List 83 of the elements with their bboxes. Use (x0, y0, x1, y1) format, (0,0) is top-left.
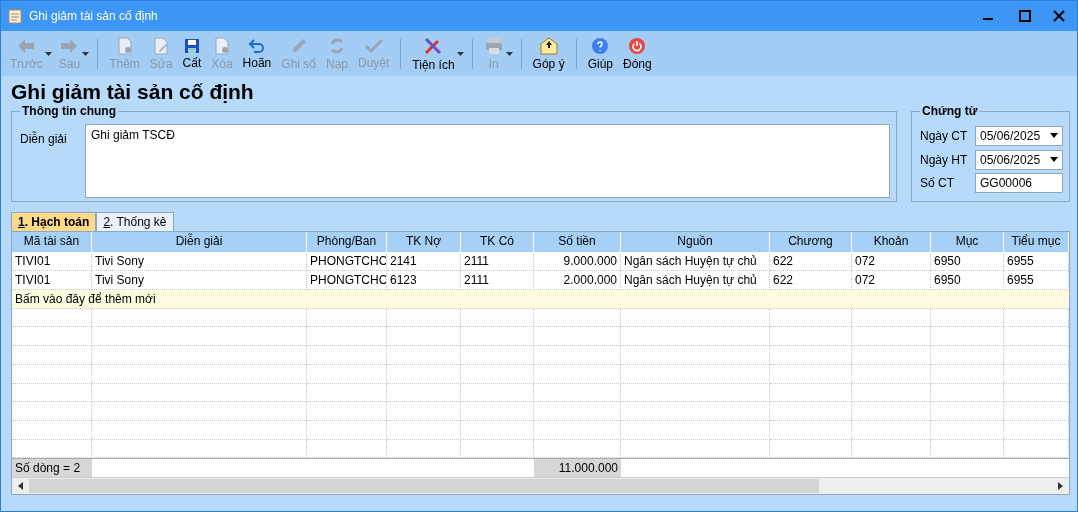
field-label: Số CT (920, 176, 955, 191)
date-field[interactable]: 05/06/2025 (975, 149, 1063, 170)
page-heading: Ghi giảm tài sản cố định (11, 80, 255, 104)
table-cell: Ngân sách Huyện tự chủ (621, 270, 770, 290)
table-cell (1004, 420, 1069, 440)
table-cell: PHONGTCHC (307, 270, 387, 290)
refresh-icon (328, 36, 346, 55)
power-icon (628, 36, 647, 55)
table-cell: 622 (770, 251, 852, 271)
column-header[interactable]: Số tiền (534, 232, 621, 252)
right-arrow-icon (59, 36, 80, 55)
app-icon (7, 8, 23, 24)
table-cell: TIVI01 (12, 270, 92, 290)
scroll-left-icon[interactable] (18, 482, 23, 491)
tab[interactable]: 1. Hạch toán (11, 212, 97, 231)
toolbar-button[interactable]: Đóng (618, 34, 657, 73)
description-field[interactable]: Ghi giảm TSCĐ (85, 124, 890, 198)
printer-icon (483, 36, 504, 55)
input-field[interactable]: GG00006 (975, 173, 1063, 194)
toolbar-button[interactable]: Hoãn (237, 35, 277, 72)
table-cell: 2.000.000 (534, 270, 621, 290)
column-header[interactable]: Phòng/Ban (307, 232, 387, 252)
column-header[interactable]: TK Có (461, 232, 534, 252)
table-cell (1004, 439, 1069, 459)
table-cell: 072 (852, 270, 931, 290)
column-header[interactable]: TK Nợ (387, 232, 461, 252)
table-cell: 6955 (1004, 251, 1069, 271)
check-icon (363, 37, 384, 54)
tools-icon (423, 35, 444, 56)
edit-document-icon (153, 36, 170, 55)
table-cell (1004, 402, 1069, 421)
save-icon (183, 37, 200, 54)
column-header[interactable]: Mục (931, 232, 1004, 252)
table-cell: 6955 (1004, 270, 1069, 290)
field-label: Diễn giải (20, 130, 68, 148)
help-icon (591, 36, 610, 55)
dropdown-icon[interactable] (1050, 133, 1058, 139)
scroll-right-icon[interactable] (1058, 482, 1063, 491)
table-cell (1004, 364, 1069, 384)
tab[interactable]: 2. Thống kê (96, 212, 174, 231)
table-cell: TIVI01 (12, 251, 92, 271)
panel-legend: Chứng từ (920, 104, 980, 118)
column-header[interactable]: Nguồn (621, 232, 770, 252)
table-cell: 072 (852, 251, 931, 271)
table-cell: 6950 (931, 251, 1004, 271)
column-header[interactable]: Khoản (852, 232, 931, 252)
table-cell: 2111 (461, 251, 534, 271)
dropdown-icon[interactable] (1050, 157, 1058, 162)
table-cell: 622 (770, 270, 852, 290)
table-cell: 2111 (461, 270, 534, 290)
scrollbar-thumb[interactable] (29, 479, 819, 494)
toolbar-button[interactable]: Tiện ích (407, 33, 460, 74)
maximize-icon[interactable] (1019, 10, 1031, 22)
table-cell: 6123 (387, 270, 461, 290)
column-header[interactable]: Tiểu mục (1004, 232, 1069, 252)
toolbar-button[interactable]: Giúp (582, 34, 618, 73)
table-cell: 9.000.000 (534, 251, 621, 271)
caret-icon[interactable] (456, 51, 464, 56)
undo-icon (247, 37, 266, 54)
table-cell (1004, 346, 1069, 365)
toolbar-button[interactable]: Cất (177, 35, 207, 72)
table-cell: PHONGTCHC (307, 251, 387, 271)
column-header[interactable]: Chương (770, 232, 852, 252)
field-label: Ngày HT (920, 152, 969, 167)
row-count: Số dòng = 2 (12, 459, 92, 478)
horizontal-scrollbar[interactable] (12, 477, 1069, 495)
total-amount: 11.000.000 (534, 459, 621, 478)
column-header[interactable]: Mã tài sản (12, 232, 92, 252)
toolbar-button[interactable]: Góp ý (527, 34, 570, 73)
close-icon[interactable] (1053, 10, 1065, 22)
table-cell: 6950 (931, 270, 1004, 290)
new-document-icon (116, 36, 133, 55)
table-cell: 2141 (387, 251, 461, 271)
table-cell: Tivi Sony (92, 251, 307, 271)
panel-legend: Thông tin chung (20, 104, 118, 118)
table-cell: Tivi Sony (92, 270, 307, 290)
window-title: Ghi giảm tài sản cố định (29, 9, 159, 23)
table-cell: Ngân sách Huyện tự chủ (621, 251, 770, 271)
delete-document-icon (213, 36, 230, 55)
field-label: Ngày CT (920, 128, 969, 143)
column-header[interactable]: Diễn giải (92, 232, 307, 252)
date-field[interactable]: 05/06/2025 (975, 125, 1063, 146)
envelope-icon (538, 36, 559, 55)
